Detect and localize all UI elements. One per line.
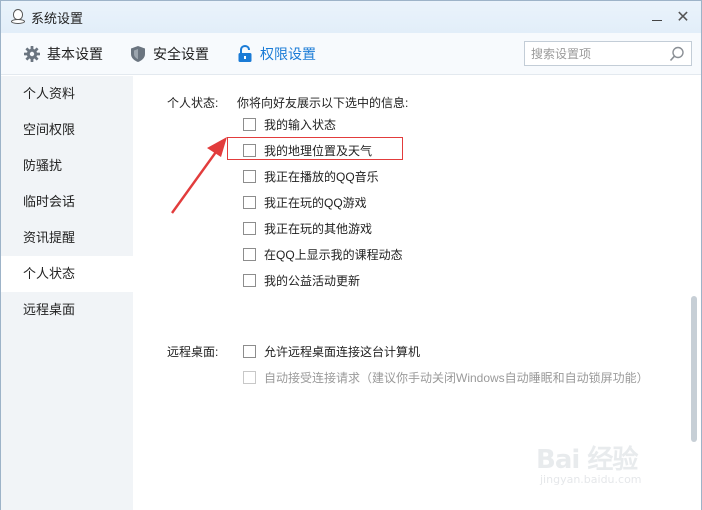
- checkbox[interactable]: [243, 344, 256, 358]
- sidebar-item-personal-status[interactable]: 个人状态: [1, 256, 133, 292]
- baidu-watermark: Bai 经验 jingyan.baidu.com: [536, 431, 666, 491]
- checkbox-disabled: [243, 370, 256, 384]
- personal-status-label: 个人状态:: [167, 96, 219, 110]
- search-input[interactable]: [531, 45, 661, 62]
- qq-penguin-icon: [11, 9, 25, 25]
- tab-security-settings[interactable]: 安全设置: [129, 33, 209, 75]
- shield-icon: [129, 45, 147, 63]
- option-label: 我正在玩的其他游戏: [264, 221, 373, 236]
- option-typing-status[interactable]: 我的输入状态: [243, 115, 336, 133]
- sidebar-item-profile[interactable]: 个人资料: [1, 76, 133, 112]
- tab-basic-label: 基本设置: [47, 46, 103, 62]
- close-icon: ✕: [676, 9, 690, 26]
- sidebar-item-anti-harassment[interactable]: 防骚扰: [1, 148, 133, 184]
- checkbox[interactable]: [243, 221, 256, 235]
- sidebar-item-news-alerts[interactable]: 资讯提醒: [1, 220, 133, 256]
- option-label: 允许远程桌面连接这台计算机: [264, 344, 421, 359]
- option-charity-updates[interactable]: 我的公益活动更新: [243, 271, 360, 289]
- search-icon[interactable]: [669, 46, 685, 62]
- checkbox[interactable]: [243, 169, 256, 183]
- vertical-scrollbar[interactable]: [691, 296, 697, 442]
- tab-permission-settings[interactable]: 权限设置: [236, 33, 316, 75]
- tab-permission-label: 权限设置: [260, 46, 316, 62]
- tab-basic-settings[interactable]: 基本设置: [23, 33, 103, 75]
- option-label: 自动接受连接请求（建议你手动关闭Windows自动睡眠和自动锁屏功能）: [264, 370, 649, 385]
- red-arrow-annotation: [171, 137, 227, 214]
- sidebar-item-remote-desktop[interactable]: 远程桌面: [1, 292, 133, 328]
- option-auto-accept: 自动接受连接请求（建议你手动关闭Windows自动睡眠和自动锁屏功能）: [243, 368, 649, 386]
- option-qq-music[interactable]: 我正在播放的QQ音乐: [243, 167, 379, 185]
- minimize-button[interactable]: [647, 7, 667, 27]
- remote-desktop-label: 远程桌面:: [167, 345, 219, 359]
- sidebar-item-temp-chat[interactable]: 临时会话: [1, 184, 133, 220]
- settings-toolbar: 基本设置 安全设置 权限设置: [1, 33, 701, 75]
- title-bar: 系统设置 ✕: [1, 1, 701, 33]
- watermark-sub: jingyan.baidu.com: [540, 473, 642, 486]
- settings-sidebar: 个人资料 空间权限 防骚扰 临时会话 资讯提醒 个人状态 远程桌面: [1, 76, 133, 510]
- option-label: 我的公益活动更新: [264, 273, 361, 288]
- window-title: 系统设置: [31, 10, 84, 26]
- close-button[interactable]: ✕: [673, 7, 693, 27]
- minimize-icon: [652, 19, 662, 21]
- sidebar-item-space-permission[interactable]: 空间权限: [1, 112, 133, 148]
- watermark-main: Bai 经验: [536, 445, 638, 475]
- checkbox[interactable]: [243, 117, 256, 131]
- tab-security-label: 安全设置: [153, 46, 209, 62]
- option-other-game[interactable]: 我正在玩的其他游戏: [243, 219, 372, 237]
- option-allow-remote[interactable]: 允许远程桌面连接这台计算机: [243, 342, 420, 360]
- option-label: 我的输入状态: [264, 117, 337, 132]
- highlight-box: [227, 137, 403, 160]
- lock-icon: [236, 45, 254, 63]
- personal-status-description: 你将向好友展示以下选中的信息:: [237, 96, 409, 110]
- gear-icon: [23, 45, 41, 63]
- option-label: 我正在播放的QQ音乐: [264, 169, 379, 184]
- checkbox[interactable]: [243, 195, 256, 209]
- checkbox[interactable]: [243, 247, 256, 261]
- search-box[interactable]: [524, 41, 692, 66]
- option-label: 在QQ上显示我的课程动态: [264, 247, 403, 262]
- option-qq-game[interactable]: 我正在玩的QQ游戏: [243, 193, 367, 211]
- settings-window: 系统设置 ✕ 基本设置 安全设置 权限设置 搜索设置项 个人资料 空间权限 防骚…: [0, 0, 702, 510]
- checkbox[interactable]: [243, 273, 256, 287]
- option-course-activity[interactable]: 在QQ上显示我的课程动态: [243, 245, 403, 263]
- option-label: 我正在玩的QQ游戏: [264, 195, 367, 210]
